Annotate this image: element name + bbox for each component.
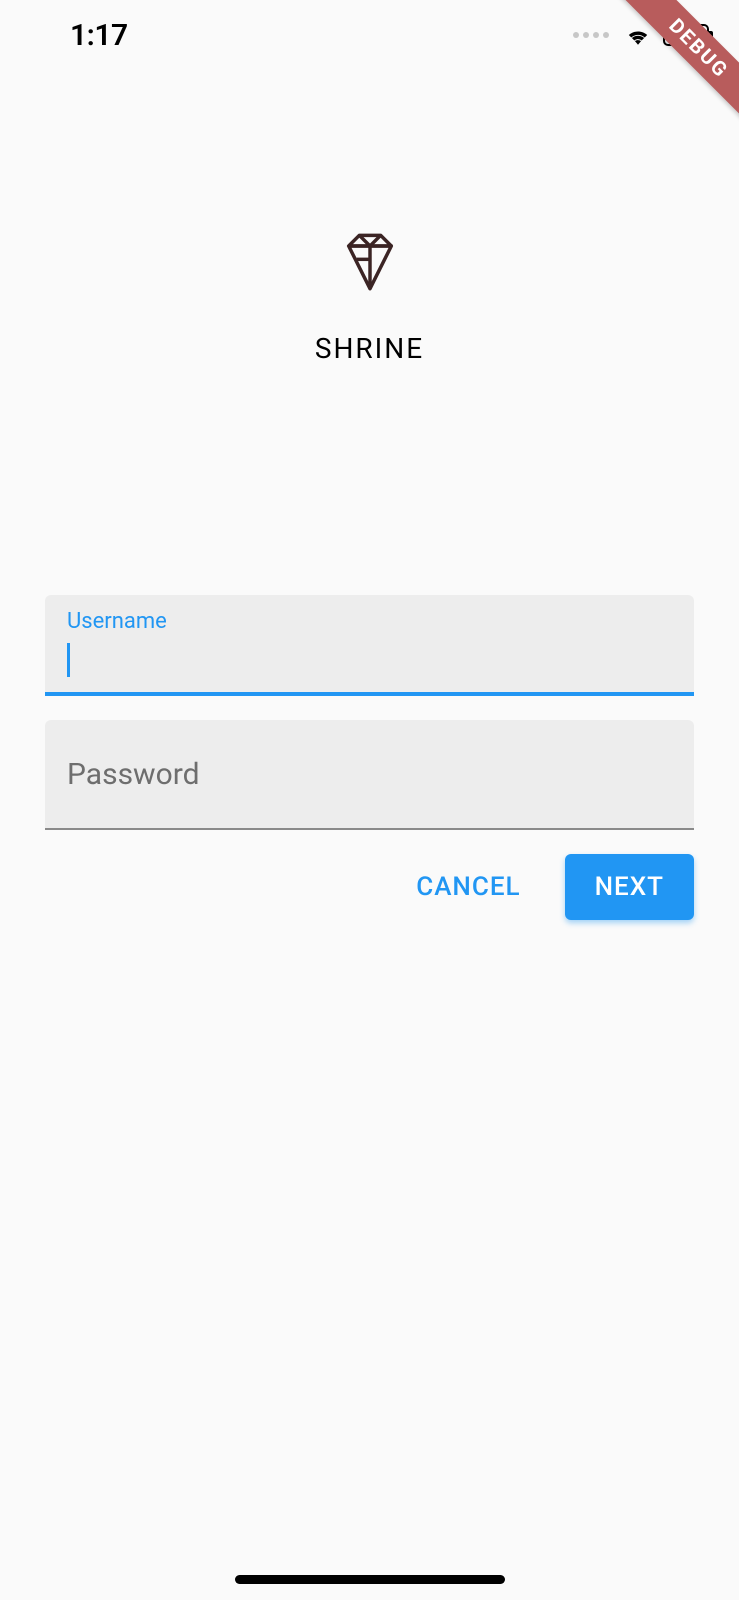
password-field[interactable]: Password (45, 720, 694, 830)
next-button[interactable]: NEXT (565, 854, 694, 920)
username-label: Username (67, 609, 672, 634)
brand-block: SHRINE (45, 230, 694, 365)
cancel-button[interactable]: CANCEL (386, 854, 550, 920)
button-row: CANCEL NEXT (45, 854, 694, 920)
home-indicator (235, 1575, 505, 1584)
username-field[interactable]: Username (45, 595, 694, 696)
brand-title: SHRINE (315, 332, 424, 365)
diamond-icon (338, 230, 402, 294)
username-input[interactable] (70, 643, 672, 678)
password-label: Password (67, 737, 200, 812)
login-screen: SHRINE Username Password CANCEL NEXT (0, 0, 739, 920)
